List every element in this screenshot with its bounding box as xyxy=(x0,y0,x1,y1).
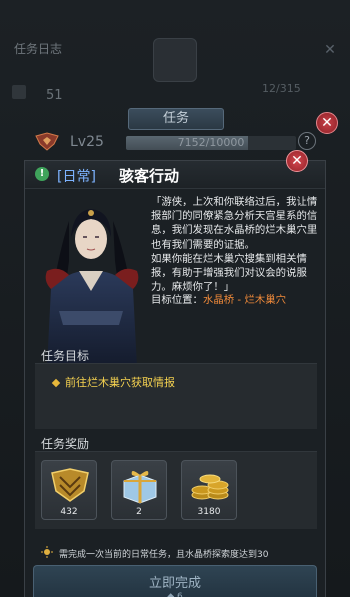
background-stat: 51 xyxy=(46,88,63,103)
objective-box: 前往烂木巢穴获取情报 xyxy=(35,363,317,429)
background-title: 任务日志 xyxy=(14,42,63,56)
requirement-text: 需完成一次当前的日常任务，且水晶桥探索度达到30 xyxy=(59,550,269,560)
objective-section-label: 任务目标 xyxy=(41,349,90,363)
diamond-icon xyxy=(51,378,61,388)
rewards-section-label: 任务奖励 xyxy=(41,437,90,451)
reward-item-gift[interactable]: 2 xyxy=(111,460,167,520)
xp-bar: 7152/10000 xyxy=(126,136,296,150)
rank-badge-icon xyxy=(51,468,89,502)
character-portrait xyxy=(45,209,139,367)
help-button[interactable]: ? xyxy=(298,132,316,150)
objective-item: 前往烂木巢穴获取情报 xyxy=(51,374,175,390)
quest-header: ! [日常] 骇客行动 xyxy=(25,161,325,189)
rewards-box: 432 2 3180 xyxy=(35,451,317,529)
gift-box-icon xyxy=(123,471,157,504)
cost-value: 6 xyxy=(177,592,183,597)
complete-now-button[interactable]: 立即完成 ◆ 6 xyxy=(33,565,317,597)
quest-type: [日常] xyxy=(57,169,96,185)
gold-coins-icon xyxy=(191,474,229,500)
background-close-icon: ✕ xyxy=(324,42,336,58)
reward-count: 432 xyxy=(60,507,78,517)
complete-label: 立即完成 xyxy=(148,576,201,591)
level-label: Lv25 xyxy=(70,134,104,150)
background-hp-text: 12/315 xyxy=(262,82,301,95)
reward-item-rank[interactable]: 432 xyxy=(41,460,97,520)
quest-title: 骇客行动 xyxy=(119,167,180,185)
reward-count: 3180 xyxy=(197,507,221,517)
target-location-row: 目标位置：水晶桥 - 烂木巢穴 xyxy=(151,291,286,306)
background-crest-icon xyxy=(153,38,197,82)
quest-dialog-text: 「游侠，上次和你联络过后，我让情报部门的同僚紧急分析天宫星系的信息，我们发现在水… xyxy=(151,196,318,294)
background-topbar: 任务日志 ✕ 51 12/315 xyxy=(0,0,350,110)
currency-icon: ◆ xyxy=(167,592,178,597)
background-menu-icon xyxy=(12,85,26,99)
reward-count: 2 xyxy=(136,507,142,517)
complete-cost: ◆ 6 xyxy=(34,592,316,597)
task-tab[interactable]: 任务 xyxy=(128,108,224,130)
level-crest-icon xyxy=(35,132,59,151)
objective-text: 前往烂木巢穴获取情报 xyxy=(65,376,175,389)
close-dialog-button[interactable]: ✕ xyxy=(286,150,308,172)
xp-text: 7152/10000 xyxy=(177,136,245,149)
reward-item-gold[interactable]: 3180 xyxy=(181,460,237,520)
target-prefix: 目标位置： xyxy=(151,294,203,306)
target-location[interactable]: 水晶桥 - 烂木巢穴 xyxy=(203,294,286,306)
sun-icon xyxy=(41,546,53,558)
close-outer-button[interactable]: ✕ xyxy=(316,112,338,134)
level-row: Lv25 7152/10000 ? xyxy=(26,132,326,154)
quest-dialog: ! [日常] 骇客行动 「游侠，上次和你联络过后，我让情报部门的同僚紧急分析天宫… xyxy=(24,160,326,597)
quest-alert-icon: ! xyxy=(35,167,49,181)
